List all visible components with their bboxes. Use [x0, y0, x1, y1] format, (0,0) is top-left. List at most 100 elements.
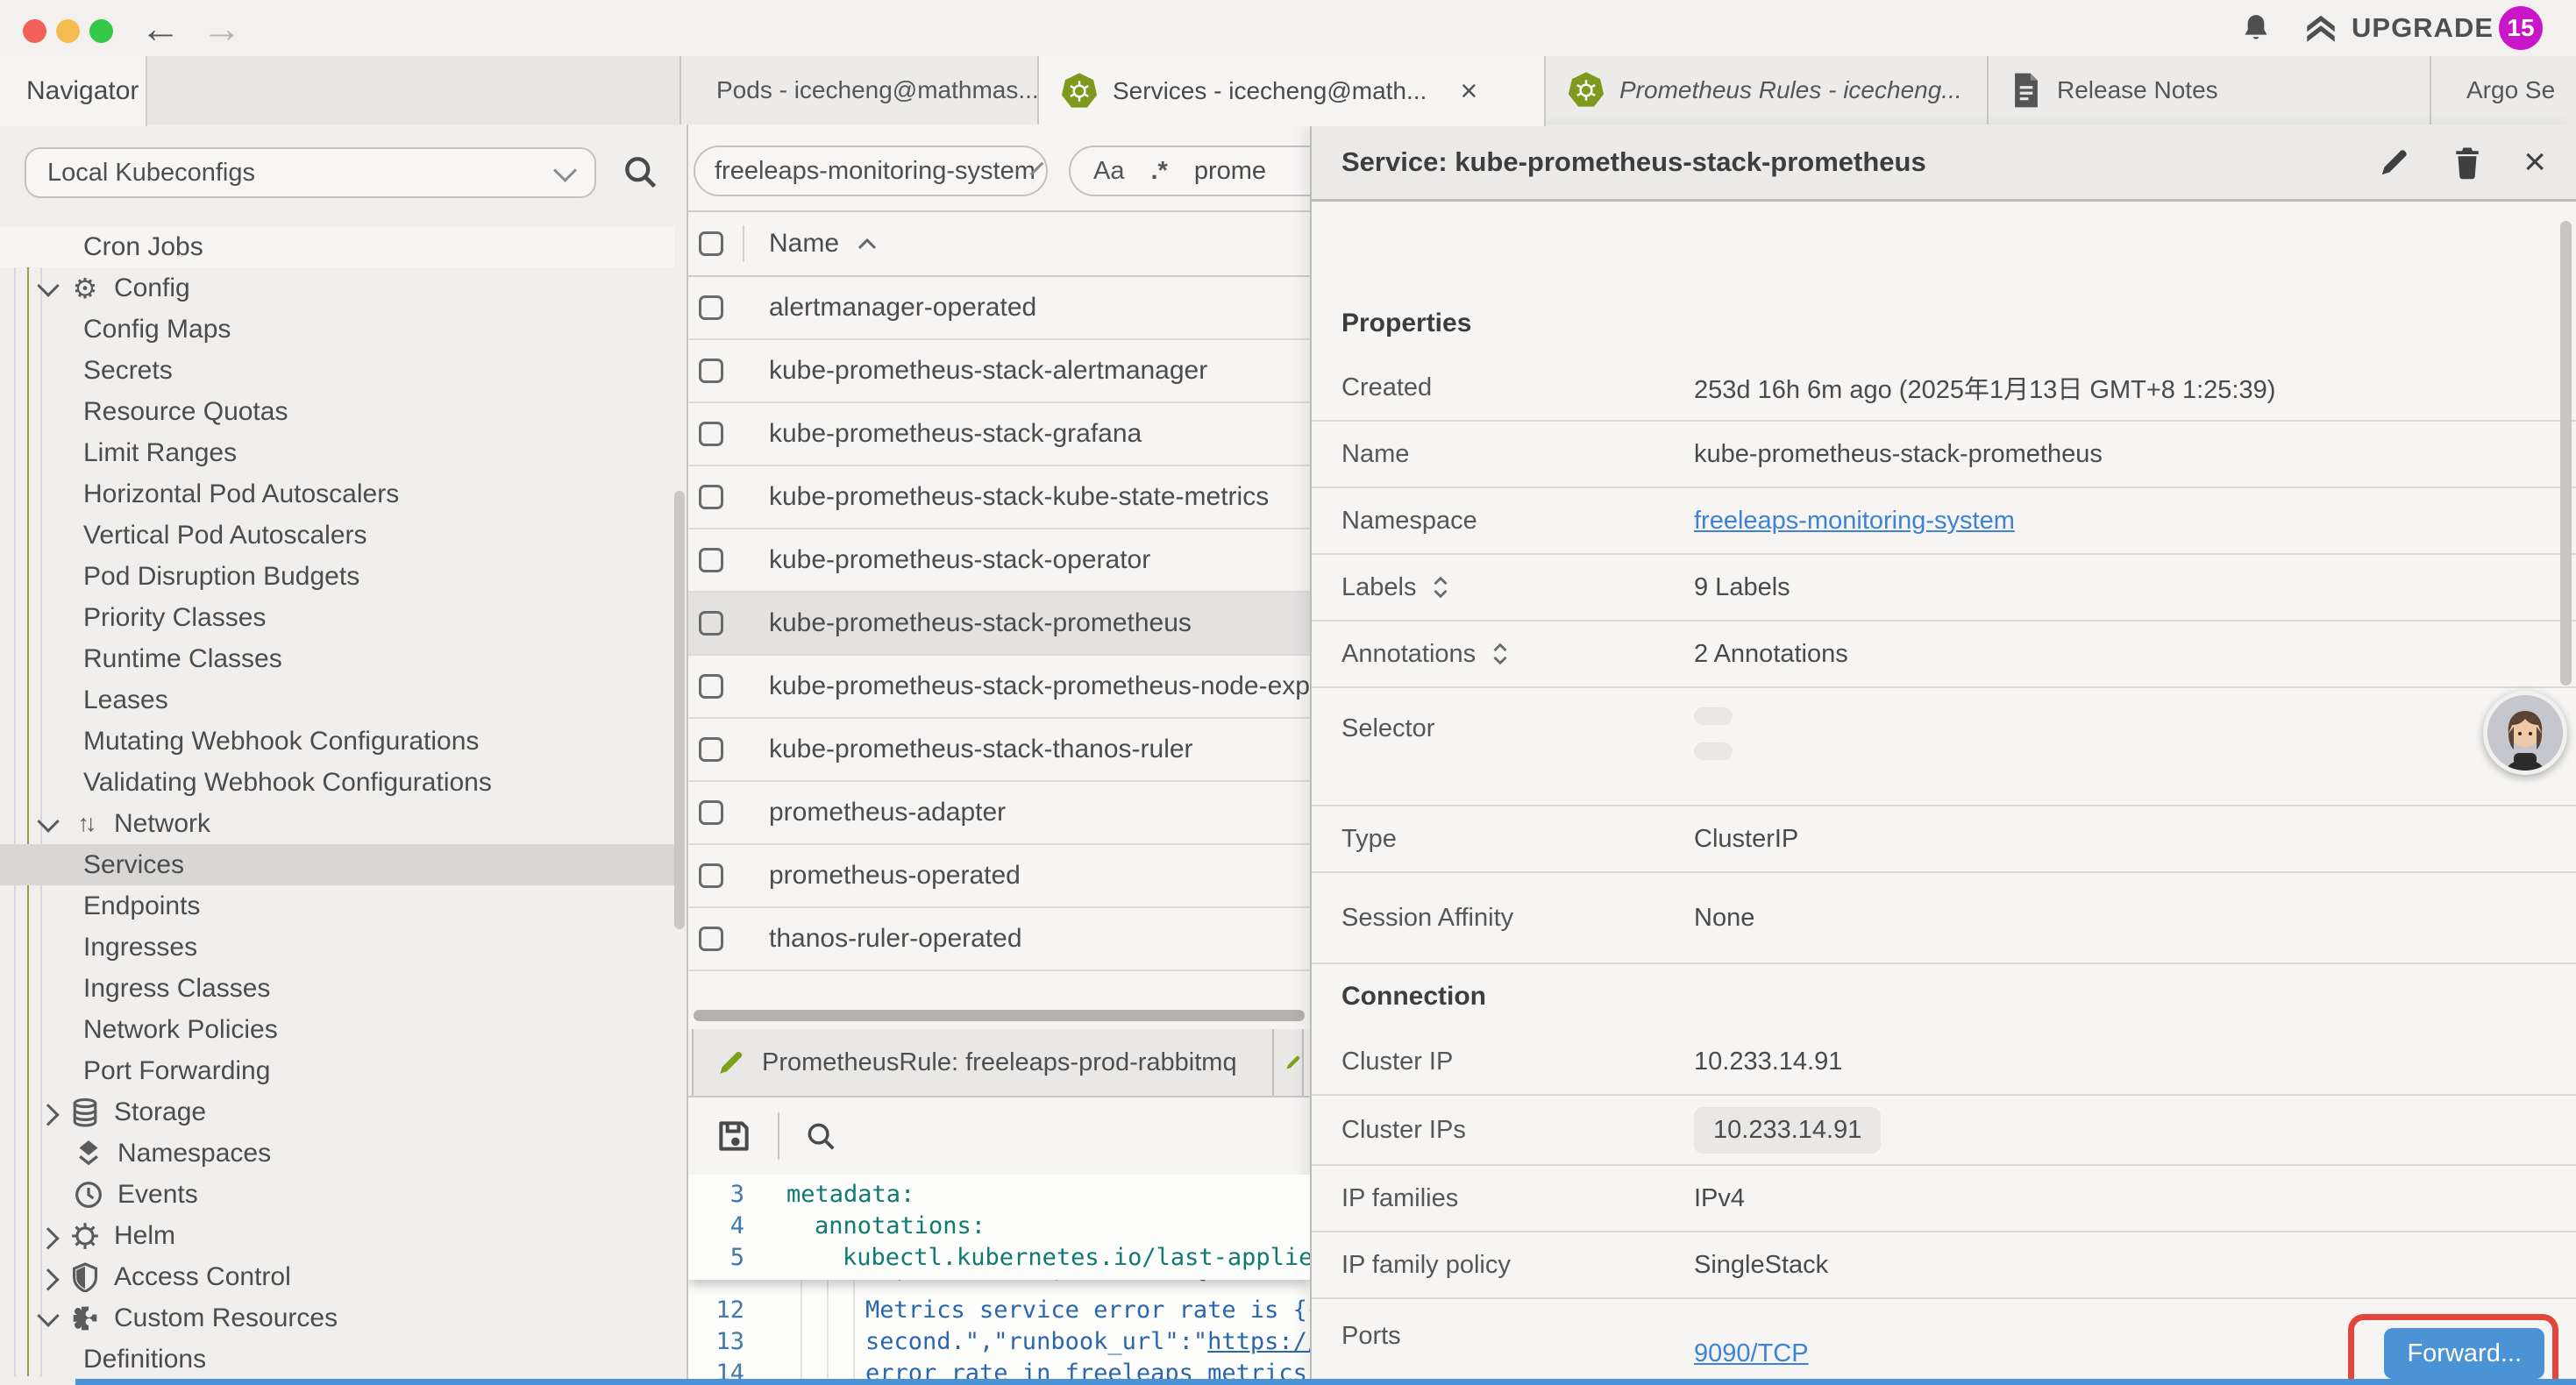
services-table: alertmanager-operated kube-prometheus-st…: [688, 277, 1310, 971]
horizontal-scrollbar[interactable]: [694, 1010, 1305, 1021]
sidebar-item-storage[interactable]: Storage: [0, 1091, 674, 1133]
tab-services[interactable]: Services - icecheng@math... ×: [1039, 56, 1546, 126]
edit-button[interactable]: [2378, 146, 2411, 179]
notification-count-badge[interactable]: 15: [2499, 6, 2543, 50]
sidebar-item-access-control[interactable]: Access Control: [0, 1256, 674, 1297]
table-row[interactable]: kube-prometheus-stack-alertmanager: [688, 340, 1310, 403]
save-button[interactable]: [715, 1117, 753, 1155]
sidebar-item-network-policies[interactable]: Network Policies: [0, 1009, 674, 1050]
row-checkbox[interactable]: [699, 422, 723, 446]
table-row[interactable]: prometheus-adapter: [688, 782, 1310, 845]
sidebar-item-port-forwarding[interactable]: Port Forwarding: [0, 1050, 674, 1091]
chevron-icon: [37, 1227, 59, 1249]
close-panel-button[interactable]: ×: [2523, 143, 2546, 181]
kubeconfig-select[interactable]: Local Kubeconfigs: [25, 147, 596, 198]
sidebar-item-config-maps[interactable]: Config Maps: [0, 309, 674, 350]
maximize-window-button[interactable]: [89, 19, 113, 43]
sidebar-item-vertical-pod-autoscalers[interactable]: Vertical Pod Autoscalers: [0, 515, 674, 556]
table-row[interactable]: kube-prometheus-stack-kube-state-metrics: [688, 466, 1310, 529]
table-row[interactable]: kube-prometheus-stack-grafana: [688, 403, 1310, 466]
row-value[interactable]: 9 Labels: [1694, 573, 1790, 602]
expand-collapse-icon[interactable]: [1491, 643, 1509, 665]
expand-collapse-icon[interactable]: [1432, 576, 1449, 599]
tab-pods[interactable]: Pods - icecheng@mathmas...: [680, 56, 1039, 124]
table-search-box[interactable]: Aa .* prome: [1069, 146, 1310, 196]
sidebar-item-mutating-webhook-configurations[interactable]: Mutating Webhook Configurations: [0, 721, 674, 762]
sidebar-item-custom-resources[interactable]: Custom Resources: [0, 1297, 674, 1339]
editor-tab-prometheusrule[interactable]: PrometheusRule: freeleaps-prod-rabbitmq: [692, 1029, 1274, 1096]
sidebar-item-endpoints[interactable]: Endpoints: [0, 885, 674, 927]
sidebar-item-network[interactable]: ↑↓ Network: [0, 803, 674, 844]
column-header-name[interactable]: Name: [769, 229, 839, 259]
table-row[interactable]: alertmanager-operated: [688, 277, 1310, 340]
sidebar-item-config[interactable]: ⚙ Config: [0, 267, 674, 309]
row-checkbox[interactable]: [699, 674, 723, 699]
select-all-checkbox[interactable]: [699, 231, 723, 256]
namespace-link[interactable]: freeleaps-monitoring-system: [1694, 507, 2015, 536]
row-checkbox[interactable]: [699, 485, 723, 509]
editor-tab-partial[interactable]: [1274, 1029, 1304, 1096]
sidebar-item-ingress-classes[interactable]: Ingress Classes: [0, 968, 674, 1009]
case-sensitive-toggle[interactable]: Aa: [1093, 157, 1124, 186]
tab-release-notes[interactable]: Release Notes: [1989, 56, 2431, 124]
back-button[interactable]: ←: [140, 2, 181, 54]
close-window-button[interactable]: [23, 19, 46, 43]
table-row[interactable]: kube-prometheus-stack-prometheus-node-ex…: [688, 656, 1310, 719]
sidebar-item-priority-classes[interactable]: Priority Classes: [0, 597, 674, 638]
sidebar-item-horizontal-pod-autoscalers[interactable]: Horizontal Pod Autoscalers: [0, 473, 674, 515]
sidebar-search-icon[interactable]: [621, 153, 659, 191]
sidebar-item-helm[interactable]: Helm: [0, 1215, 674, 1256]
row-checkbox[interactable]: [699, 927, 723, 951]
sidebar-item-secrets[interactable]: Secrets: [0, 350, 674, 391]
row-checkbox[interactable]: [699, 863, 723, 888]
namespace-filter-select[interactable]: freeleaps-monitoring-system: [694, 146, 1048, 196]
sidebar-item-limit-ranges[interactable]: Limit Ranges: [0, 432, 674, 473]
forward-button[interactable]: →: [202, 2, 242, 54]
sidebar-item-runtime-classes[interactable]: Runtime Classes: [0, 638, 674, 679]
sidebar-item-definitions[interactable]: Definitions: [0, 1339, 674, 1380]
navigator-tab[interactable]: Navigator: [0, 56, 147, 126]
row-checkbox[interactable]: [699, 359, 723, 383]
row-checkbox[interactable]: [699, 737, 723, 762]
table-row[interactable]: kube-prometheus-stack-thanos-ruler: [688, 719, 1310, 782]
editor-search-button[interactable]: [804, 1119, 837, 1153]
row-checkbox[interactable]: [699, 295, 723, 320]
table-row[interactable]: kube-prometheus-stack-prometheus: [688, 593, 1310, 656]
sidebar-item-services[interactable]: Services: [0, 844, 674, 885]
edit-pencil-icon: [1284, 1048, 1302, 1077]
upgrade-button[interactable]: UPGRADE: [2302, 11, 2494, 46]
tab-prometheus-rules[interactable]: Prometheus Rules - icecheng...: [1546, 56, 1989, 124]
close-tab-icon[interactable]: ×: [1460, 75, 1477, 109]
row-checkbox[interactable]: [699, 548, 723, 572]
sidebar-item-resource-quotas[interactable]: Resource Quotas: [0, 391, 674, 432]
regex-toggle[interactable]: .*: [1150, 157, 1167, 186]
forward-button[interactable]: Forward...: [2384, 1328, 2544, 1379]
sidebar-item-validating-webhook-configurations[interactable]: Validating Webhook Configurations: [0, 762, 674, 803]
minimize-window-button[interactable]: [56, 19, 80, 43]
detail-scrollbar[interactable]: [2560, 221, 2572, 685]
sidebar-item-cron-jobs[interactable]: Cron Jobs: [0, 226, 674, 267]
notifications-bell-icon[interactable]: [2238, 11, 2274, 46]
sidebar-item-events[interactable]: Events: [0, 1174, 674, 1215]
service-name: prometheus-operated: [769, 861, 1021, 891]
port-link[interactable]: 9090/TCP: [1694, 1339, 1809, 1368]
table-row[interactable]: prometheus-operated: [688, 845, 1310, 908]
sidebar-item-leases[interactable]: Leases: [0, 679, 674, 721]
yaml-editor[interactable]: 0","for":"1m","labels":{"service": 12 Me…: [688, 1175, 1310, 1379]
sidebar-scrollbar[interactable]: [674, 491, 685, 929]
row-label: Session Affinity: [1341, 904, 1694, 933]
row-value: 10.233.14.91: [1694, 1048, 1842, 1076]
table-row[interactable]: thanos-ruler-operated: [688, 908, 1310, 971]
row-checkbox[interactable]: [699, 611, 723, 636]
row-value[interactable]: 2 Annotations: [1694, 640, 1848, 669]
sidebar-item-namespaces[interactable]: Namespaces: [0, 1133, 674, 1174]
row-checkbox[interactable]: [699, 800, 723, 825]
search-query[interactable]: prome: [1194, 157, 1266, 186]
service-name: kube-prometheus-stack-thanos-ruler: [769, 735, 1193, 764]
table-row[interactable]: kube-prometheus-stack-operator: [688, 529, 1310, 593]
tab-argo[interactable]: Argo Se: [2431, 56, 2576, 124]
delete-button[interactable]: [2451, 145, 2483, 180]
sidebar-item-ingresses[interactable]: Ingresses: [0, 927, 674, 968]
sidebar-item-pod-disruption-budgets[interactable]: Pod Disruption Budgets: [0, 556, 674, 597]
user-avatar[interactable]: [2483, 691, 2567, 775]
